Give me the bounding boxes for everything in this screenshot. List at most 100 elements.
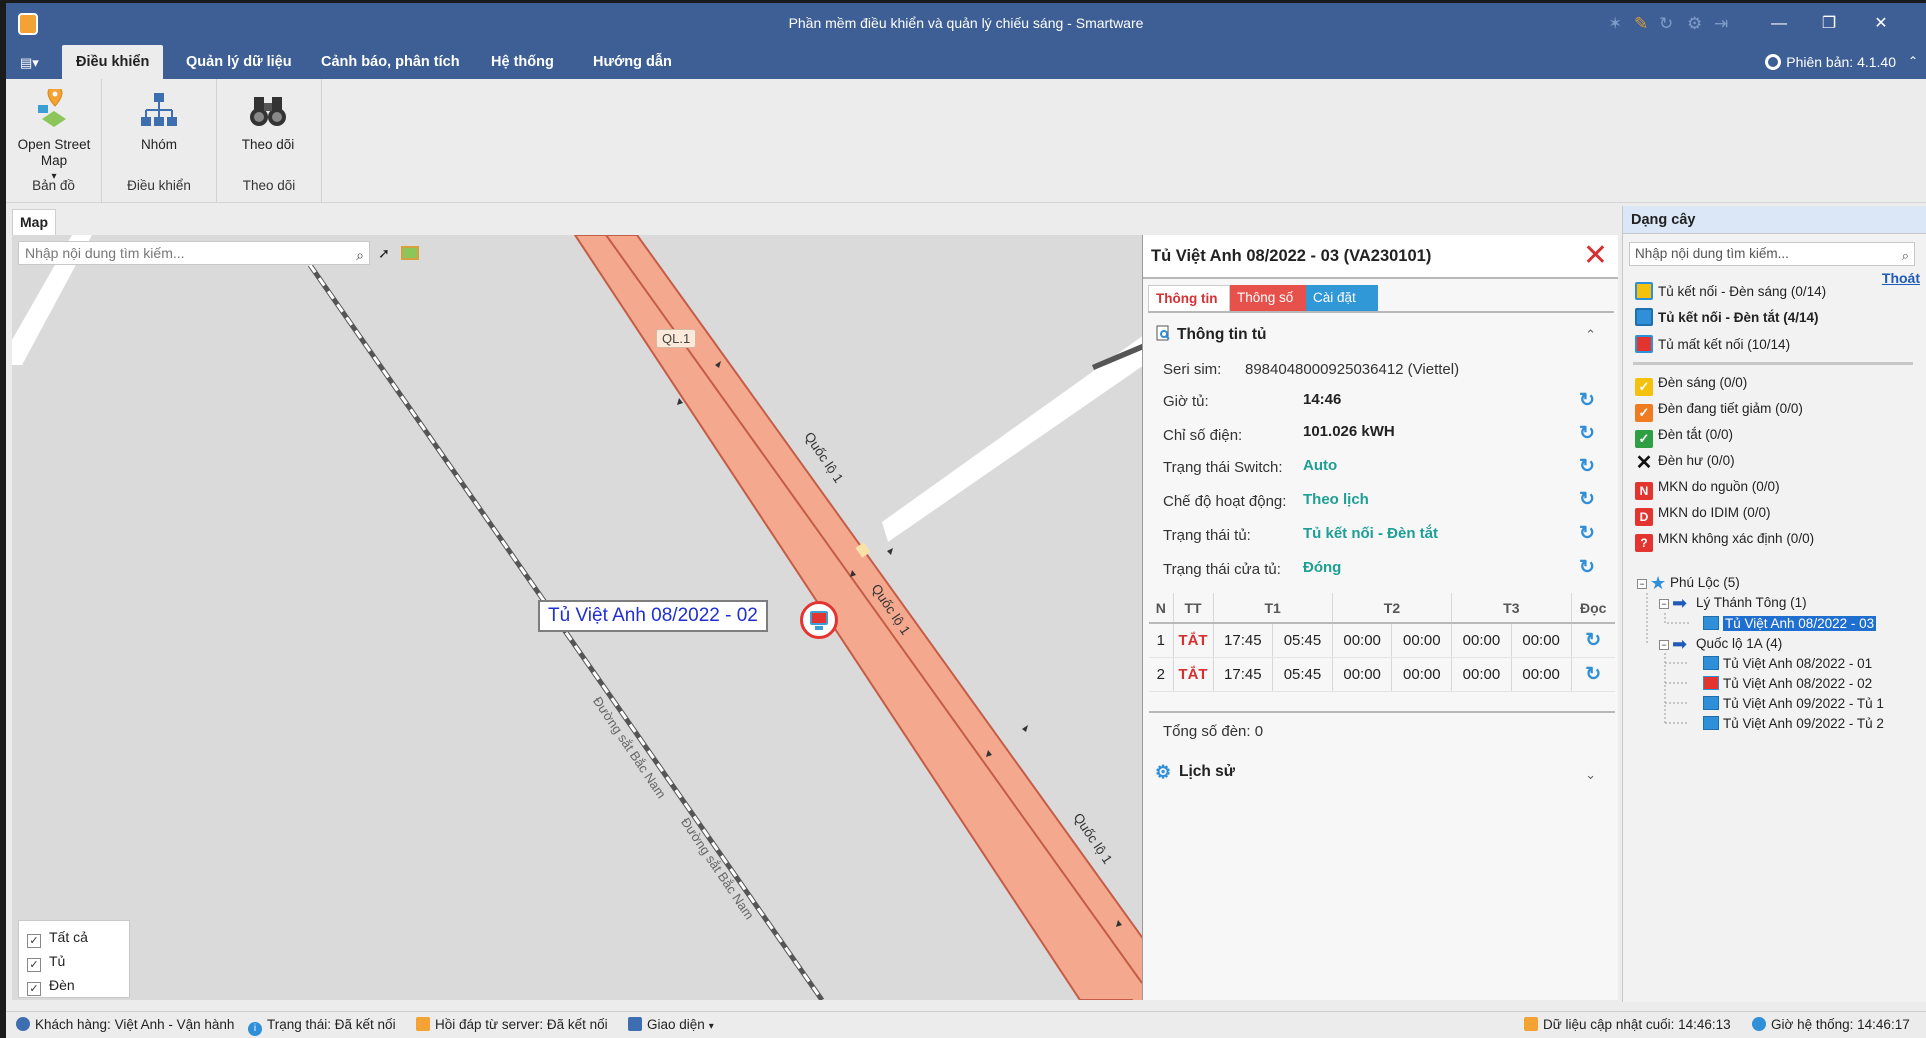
ribbon-group-label: Theo dõi	[242, 178, 296, 193]
minimize-button[interactable]: —	[1764, 11, 1794, 37]
legend-label: MKN do IDIM (0/0)	[1658, 505, 1771, 520]
map-view[interactable]: QL.1 Quốc lộ 1 Quốc lộ 1 Quốc lộ 1 Đường…	[12, 235, 1142, 1000]
refresh-icon[interactable]: ↻	[1578, 490, 1596, 509]
section-title: Lịch sử	[1179, 763, 1236, 780]
legend-lamp-broken[interactable]: ✕ Đèn hư (0/0)	[1635, 450, 1735, 473]
table-row: 2 TẮT 17:45 05:45 00:00 00:00 00:00 00:0…	[1149, 657, 1615, 692]
map-marker-label[interactable]: Tủ Việt Anh 08/2022 - 02	[538, 600, 768, 632]
legend-label: Tủ mất kết nối (10/14)	[1658, 337, 1791, 352]
refresh-icon[interactable]: ↻	[1578, 558, 1596, 577]
refresh-icon[interactable]: ↻	[1578, 524, 1596, 543]
legend-cabinet-on[interactable]: Tủ kết nối - Đèn sáng (0/14)	[1635, 281, 1826, 303]
layer-label: Tủ	[49, 953, 66, 969]
search-icon[interactable]: ⌕	[356, 244, 364, 266]
connection-status: i Trạng thái: Đã kết nối	[248, 1017, 396, 1036]
cabinet-time-label: Giờ tủ:	[1163, 393, 1209, 410]
hierarchy-icon	[114, 89, 204, 133]
tab-info[interactable]: Thông tin	[1148, 285, 1230, 311]
column-header: TT	[1173, 593, 1214, 624]
legend-cabinet-disconnected[interactable]: Tủ mất kết nối (10/14)	[1635, 334, 1790, 356]
tree-label: Tủ Việt Anh 09/2022 - Tủ 1	[1723, 696, 1884, 711]
legend-lamp-dimming[interactable]: ✓ Đèn đang tiết giảm (0/0)	[1635, 398, 1803, 422]
app-window: Phần mềm điều khiển và quản lý chiếu sán…	[6, 3, 1926, 1038]
cabinet-on-icon	[1635, 282, 1653, 300]
status-text: Trạng thái: Đã kết nối	[267, 1017, 396, 1032]
checkbox-icon[interactable]: ✓	[27, 958, 41, 972]
map-tab[interactable]: Map	[12, 209, 56, 235]
legend-label: Đèn tắt (0/0)	[1658, 427, 1734, 442]
legend-unknown-loss[interactable]: ? MKN không xác định (0/0)	[1635, 528, 1814, 552]
tab-he-thong[interactable]: Hệ thống	[477, 45, 568, 79]
tools-icon[interactable]: ✎	[1634, 14, 1648, 34]
title-bar: Phần mềm điều khiển và quản lý chiếu sán…	[6, 3, 1926, 45]
tab-parameters[interactable]: Thông số	[1230, 285, 1306, 311]
collapse-icon[interactable]: ⌃	[1585, 327, 1596, 343]
refresh-icon[interactable]: ↻	[1578, 457, 1596, 476]
refresh-icon[interactable]: ↻	[1659, 14, 1673, 34]
legend-lamp-off[interactable]: ✓ Đèn tắt (0/0)	[1635, 424, 1734, 448]
legend-label: Tủ kết nối - Đèn sáng (0/14)	[1658, 284, 1827, 299]
history-section-header[interactable]: ⚙ Lịch sử	[1155, 763, 1235, 781]
group-button[interactable]: Nhóm	[114, 89, 204, 153]
logout-icon[interactable]: ⇥	[1714, 14, 1728, 34]
layer-cabinet-checkbox[interactable]: ✓ Tủ	[27, 951, 66, 972]
maximize-button[interactable]: ❐	[1814, 11, 1844, 37]
legend-lamp-on[interactable]: ✓ Đèn sáng (0/0)	[1635, 372, 1747, 396]
layer-label: Tất cả	[49, 929, 88, 945]
settings-icon[interactable]: ⚙	[1687, 14, 1702, 34]
close-panel-icon[interactable]: ✕	[1583, 239, 1608, 273]
refresh-icon[interactable]: ↻	[1571, 623, 1615, 658]
server-icon	[416, 1017, 430, 1031]
pointer-tool-icon[interactable]: ➚	[372, 241, 396, 265]
tab-huong-dan[interactable]: Hướng dẫn	[579, 45, 686, 79]
sidebar-search-input[interactable]: Nhập nội dung tìm kiếm... ⌕	[1629, 242, 1915, 266]
layer-filter: ✓ Tất cả ✓ Tủ ✓ Đèn	[18, 920, 130, 998]
checkbox-icon[interactable]: ✓	[27, 982, 41, 996]
collapse-ribbon-icon[interactable]: ⌃	[1908, 54, 1918, 68]
tab-dieu-khien[interactable]: Điều khiển	[62, 45, 164, 79]
info-icon: i	[248, 1022, 262, 1036]
app-menu-icon[interactable]: ▤▾	[20, 55, 42, 71]
refresh-icon[interactable]: ↻	[1571, 657, 1615, 692]
panel-header: Tủ Việt Anh 08/2022 - 03 (VA230101) ✕	[1143, 235, 1618, 279]
document-search-icon	[1155, 325, 1171, 341]
sim-label: Seri sim:	[1163, 361, 1222, 378]
map-search-placeholder: Nhập nội dung tìm kiếm...	[25, 245, 185, 261]
monitor-button[interactable]: Theo dõi	[223, 89, 313, 153]
close-window-button[interactable]: ✕	[1866, 11, 1896, 37]
ribbon-group-monitor: Theo dõi Theo dõi	[217, 79, 322, 203]
layer-label: Đèn	[49, 977, 75, 993]
tree-label: Tủ Việt Anh 08/2022 - 02	[1723, 676, 1873, 691]
tab-settings[interactable]: Cài đặt	[1306, 285, 1378, 311]
legend-idim-loss[interactable]: D MKN do IDIM (0/0)	[1635, 502, 1771, 526]
divider	[1149, 711, 1615, 713]
legend-power-loss[interactable]: N MKN do nguồn (0/0)	[1635, 476, 1780, 500]
monitor-button-label: Theo dõi	[241, 137, 295, 152]
tree-connectors	[1646, 593, 1689, 724]
idim-loss-icon: D	[1635, 508, 1653, 526]
checkbox-icon[interactable]: ✓	[27, 934, 41, 948]
version-info: Phiên bản: 4.1.40	[1765, 54, 1896, 70]
refresh-icon[interactable]: ↻	[1578, 391, 1596, 410]
tab-quan-ly-du-lieu[interactable]: Quản lý dữ liệu	[172, 45, 306, 79]
layer-lamp-checkbox[interactable]: ✓ Đèn	[27, 975, 75, 996]
map-search-input[interactable]: Nhập nội dung tìm kiếm... ⌕	[18, 241, 370, 265]
image-tool-icon[interactable]	[398, 241, 422, 265]
layer-all-checkbox[interactable]: ✓ Tất cả	[27, 927, 88, 948]
ql1-badge: QL.1	[656, 329, 697, 348]
cabinet-marker-icon[interactable]	[800, 601, 838, 639]
info-section-header[interactable]: Thông tin tủ	[1155, 325, 1267, 344]
refresh-icon[interactable]: ↻	[1578, 424, 1596, 443]
theme-menu[interactable]: Giao diện ▾	[628, 1017, 714, 1032]
star-icon[interactable]: ✶	[1608, 14, 1622, 34]
cabinet-disconnected-icon	[1635, 335, 1653, 353]
open-street-map-button[interactable]: Open Street Map ▾	[9, 85, 99, 185]
tree-sidebar: Dạng cây Nhập nội dung tìm kiếm... ⌕ Thoá…	[1622, 206, 1926, 1002]
exit-link[interactable]: Thoát	[1882, 270, 1920, 286]
expand-icon[interactable]: ⌄	[1585, 767, 1596, 783]
system-time-status: Giờ hệ thống: 14:46:17	[1752, 1017, 1910, 1032]
legend-cabinet-off[interactable]: Tủ kết nối - Đèn tắt (4/14)	[1635, 307, 1819, 329]
tab-canh-bao[interactable]: Cảnh báo, phân tích	[307, 45, 474, 79]
search-icon[interactable]: ⌕	[1902, 245, 1909, 267]
power-index-label: Chỉ số điện:	[1163, 427, 1243, 444]
